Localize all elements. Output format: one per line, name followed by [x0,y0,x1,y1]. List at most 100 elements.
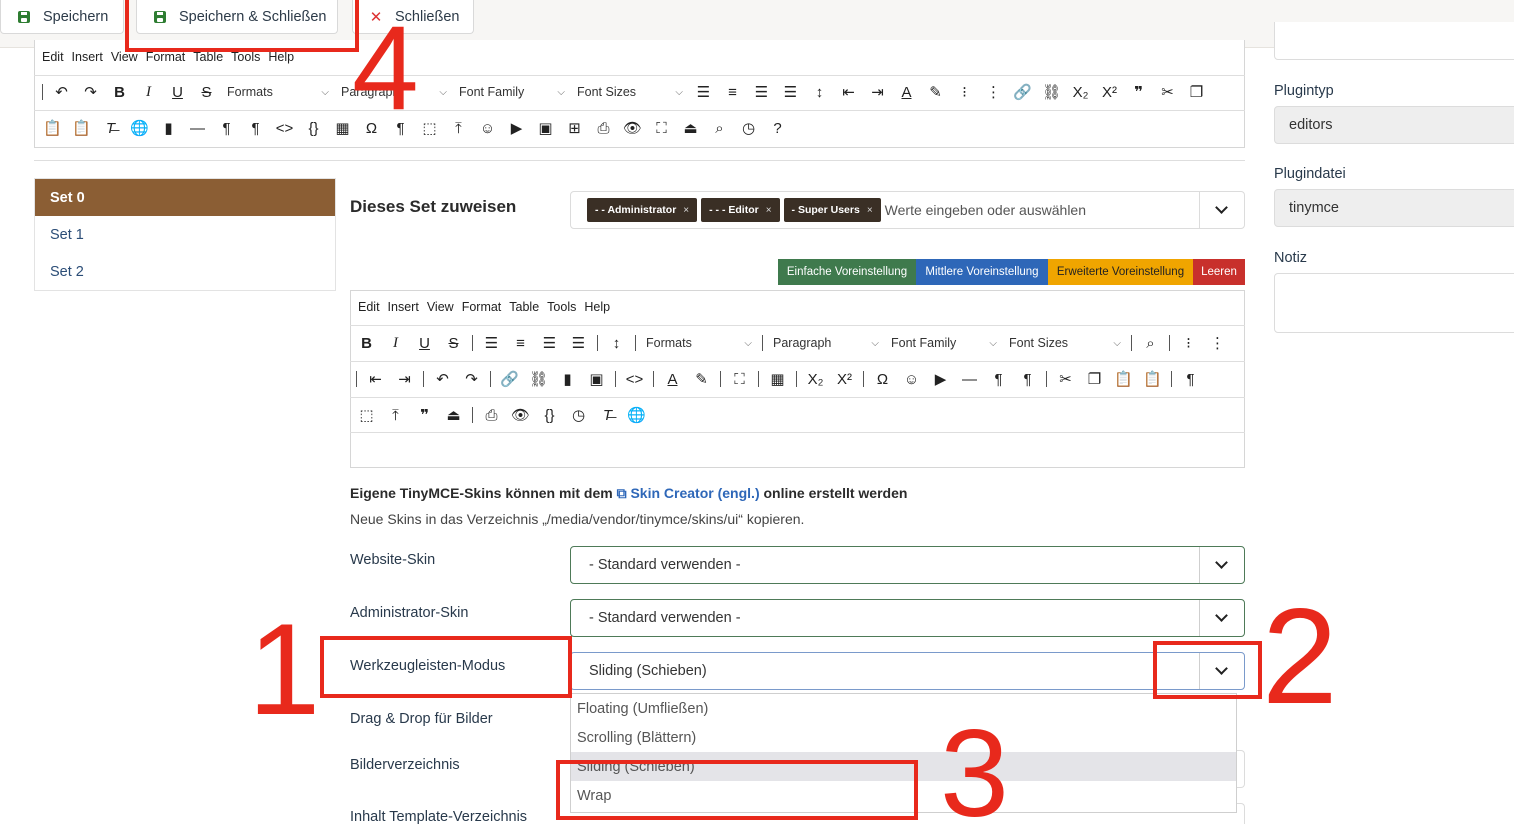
align-justify-icon[interactable]: ☰ [564,330,593,356]
font-sizes-dropdown[interactable]: Font Sizes ⌵ [1003,330,1127,356]
preset-clear-button[interactable]: Leeren [1193,259,1245,285]
usergroup-select[interactable]: - - Administrator × - - - Editor × - Super… [570,191,1245,229]
align-left-icon[interactable]: ☰ [689,79,718,105]
search-icon[interactable]: ⌕ [705,115,734,141]
unlink-icon[interactable]: ⛓ [1037,79,1066,105]
text-color-icon[interactable]: A [658,366,687,392]
media-icon[interactable]: ▶ [926,366,955,392]
chip-remove-icon[interactable]: × [766,205,772,216]
stamp-icon[interactable]: ⏏ [676,115,705,141]
preset-advanced-button[interactable]: Erweiterte Voreinstellung [1048,259,1193,285]
undo-icon[interactable]: ↶ [47,79,76,105]
menu-tools[interactable]: Tools [547,300,576,314]
menu-tools[interactable]: Tools [231,50,260,64]
formats-dropdown[interactable]: Formats ⌵ [640,330,758,356]
set-item-1[interactable]: Set 1 [35,216,335,253]
outdent-icon[interactable]: ⇤ [834,79,863,105]
menu-format[interactable]: Format [146,50,186,64]
clock-icon[interactable]: ◷ [734,115,763,141]
undo-icon[interactable]: ↶ [428,366,457,392]
chevron-down-icon[interactable] [1215,556,1228,569]
italic-icon[interactable]: I [134,79,163,105]
bookmark-icon[interactable]: ▮ [553,366,582,392]
preview-icon[interactable]: 👁 [618,115,647,141]
chip-remove-icon[interactable]: × [867,205,873,216]
chevron-down-icon[interactable] [1215,609,1228,622]
fullscreen-icon[interactable]: ⛶ [647,115,676,141]
chevron-down-icon[interactable] [1215,201,1228,214]
align-left-icon[interactable]: ☰ [477,330,506,356]
clock-icon[interactable]: ◷ [564,402,593,428]
menu-help[interactable]: Help [584,300,610,314]
pilcrow-icon[interactable]: ¶ [1176,366,1205,392]
option-floating[interactable]: Floating (Umfließen) [571,694,1236,723]
visual-blocks-icon[interactable]: ⬚ [352,402,381,428]
paste-text-icon[interactable]: 📋 [67,115,96,141]
search-icon[interactable]: ⌕ [1136,330,1165,356]
strikethrough-icon[interactable]: S [192,79,221,105]
menu-format[interactable]: Format [462,300,502,314]
menu-edit[interactable]: Edit [358,300,380,314]
cut-icon[interactable]: ✂ [1153,79,1182,105]
menu-help[interactable]: Help [268,50,294,64]
preview-icon[interactable]: 👁 [506,402,535,428]
superscript-icon[interactable]: X² [830,366,859,392]
superscript-icon[interactable]: X² [1095,79,1124,105]
menu-view[interactable]: View [427,300,454,314]
font-family-dropdown[interactable]: Font Family ⌵ [453,79,571,105]
blockquote-icon[interactable]: ❞ [410,402,439,428]
preset-simple-button[interactable]: Einfache Voreinstellung [778,259,916,285]
line-height-icon[interactable]: ↕ [602,330,631,356]
menu-view[interactable]: View [111,50,138,64]
save-button[interactable]: Speichern [0,0,124,34]
redo-icon[interactable]: ↷ [457,366,486,392]
indent-icon[interactable]: ⇥ [863,79,892,105]
help-icon[interactable]: ? [763,115,792,141]
menu-table[interactable]: Table [509,300,539,314]
rtl-icon[interactable]: ¶ [1013,366,1042,392]
align-right-icon[interactable]: ☰ [747,79,776,105]
font-family-dropdown[interactable]: Font Family ⌵ [885,330,1003,356]
set-item-2[interactable]: Set 2 [35,253,335,290]
align-center-icon[interactable]: ≡ [718,79,747,105]
clear-format-icon[interactable]: T̶ [593,402,622,428]
admin-skin-select[interactable]: - Standard verwenden - [570,599,1245,637]
align-center-icon[interactable]: ≡ [506,330,535,356]
copy-icon[interactable]: ❐ [1182,79,1211,105]
bullet-list-icon[interactable]: ⁝ [950,79,979,105]
upload-icon[interactable]: ⤒ [444,115,473,141]
option-scrolling[interactable]: Scrolling (Blättern) [571,723,1236,752]
template-icon[interactable]: {} [535,402,564,428]
subscript-icon[interactable]: X₂ [801,366,830,392]
menu-edit[interactable]: Edit [42,50,64,64]
redo-icon[interactable]: ↷ [76,79,105,105]
bullet-list-icon[interactable]: ⁝ [1174,330,1203,356]
visual-blocks-icon[interactable]: ⬚ [415,115,444,141]
horizontal-rule-icon[interactable]: — [955,366,984,392]
bold-icon[interactable]: B [105,79,134,105]
italic-icon[interactable]: I [381,330,410,356]
menu-insert[interactable]: Insert [388,300,419,314]
align-justify-icon[interactable]: ☰ [776,79,805,105]
paragraph-dropdown[interactable]: Paragraph ⌵ [767,330,885,356]
ltr-icon[interactable]: ¶ [212,115,241,141]
menu-insert[interactable]: Insert [72,50,103,64]
usergroup-placeholder[interactable]: Werte eingeben oder auswählen [885,202,1086,218]
blockquote-icon[interactable]: ❞ [1124,79,1153,105]
strikethrough-icon[interactable]: S [439,330,468,356]
emoji-icon[interactable]: ☺ [473,115,502,141]
code-icon[interactable]: <> [620,366,649,392]
page-break-icon[interactable]: ⊞ [560,115,589,141]
special-char-icon[interactable]: Ω [868,366,897,392]
underline-icon[interactable]: U [163,79,192,105]
template-icon[interactable]: {} [299,115,328,141]
horizontal-rule-icon[interactable]: — [183,115,212,141]
link-icon[interactable]: 🔗 [495,366,524,392]
skin-creator-link[interactable]: Skin Creator (engl.) [630,485,759,501]
ltr-icon[interactable]: ¶ [984,366,1013,392]
media-icon[interactable]: ▶ [502,115,531,141]
language-icon[interactable]: 🌐 [622,402,651,428]
numbered-list-icon[interactable]: ⋮ [1203,330,1232,356]
website-skin-select[interactable]: - Standard verwenden - [570,546,1245,584]
font-sizes-dropdown[interactable]: Font Sizes ⌵ [571,79,689,105]
